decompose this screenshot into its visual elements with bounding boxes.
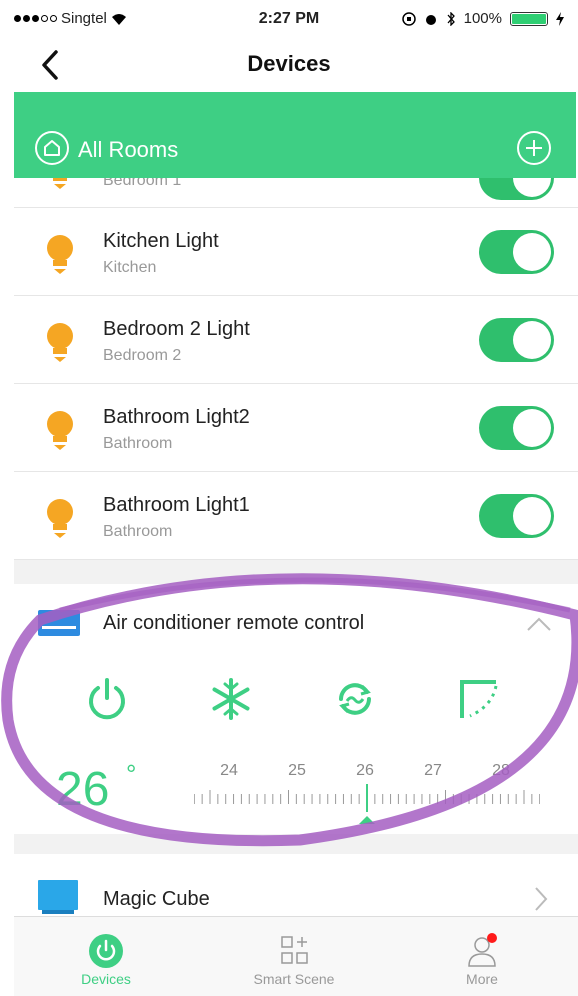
user-icon [468, 933, 497, 967]
list-item[interactable]: Bathroom Light2 Bathroom [14, 384, 578, 472]
device-room: Bathroom [103, 435, 173, 452]
device-toggle[interactable] [479, 406, 554, 450]
tab-bar: Devices Smart Scene More [14, 916, 578, 996]
home-icon[interactable] [34, 130, 70, 166]
light-bulb-icon [47, 499, 73, 538]
ruler-label: 28 [492, 762, 510, 779]
add-icon[interactable] [516, 130, 552, 166]
device-toggle[interactable] [479, 494, 554, 538]
device-name: Kitchen Light [103, 230, 219, 252]
light-bulb-icon [47, 235, 73, 274]
light-bulb-icon [47, 411, 73, 450]
list-item[interactable]: Bedroom 1 [14, 178, 578, 208]
battery-icon [510, 11, 548, 26]
device-toggle[interactable] [479, 318, 554, 362]
status-bar: Singtel 2:27 PM 100% [0, 0, 578, 38]
ruler-label: 24 [220, 762, 238, 779]
device-name: Bathroom Light1 [103, 494, 250, 516]
device-room: Kitchen [103, 259, 157, 276]
list-item[interactable]: Bedroom 2 Light Bedroom 2 [14, 296, 578, 384]
ruler-label: 25 [288, 762, 306, 779]
power-icon[interactable] [84, 676, 130, 722]
ruler-label: 26 [356, 762, 374, 779]
tab-label: Smart Scene [253, 971, 335, 987]
temperature-degree: ° [126, 759, 137, 789]
charging-icon [556, 11, 564, 26]
light-bulb-icon [53, 178, 67, 189]
rooms-header: All Rooms [14, 92, 576, 178]
status-right: 100% [401, 10, 564, 27]
device-name: Magic Cube [103, 888, 210, 910]
device-room: Bedroom 2 [103, 347, 182, 364]
section-divider [14, 834, 578, 854]
mode-cycle-icon[interactable] [332, 676, 378, 722]
bluetooth-icon [447, 11, 455, 26]
swing-icon[interactable] [456, 676, 502, 722]
tab-label: More [466, 971, 498, 987]
device-name: Bedroom 2 Light [103, 318, 250, 340]
device-room: Bedroom 1 [103, 178, 182, 189]
snowflake-icon[interactable] [208, 676, 254, 722]
nav-bar: Devices [0, 38, 578, 92]
temperature-value: 26 [56, 763, 110, 816]
magic-cube-icon [38, 880, 78, 914]
ac-title: Air conditioner remote control [103, 612, 365, 634]
scene-grid-icon [281, 936, 308, 964]
tab-devices[interactable]: Devices [26, 917, 186, 996]
air-conditioner-icon [38, 610, 80, 636]
tab-smart-scene[interactable]: Smart Scene [214, 917, 374, 996]
ac-remote-panel: Air conditioner remote control 26 ° 24 2… [14, 584, 578, 834]
chevron-right-icon[interactable] [534, 886, 548, 912]
list-item[interactable]: Bathroom Light1 Bathroom [14, 472, 578, 560]
battery-percent: 100% [463, 10, 502, 27]
device-toggle[interactable] [479, 178, 554, 200]
device-room: Bathroom [103, 523, 173, 540]
list-item[interactable]: Magic Cube [14, 854, 578, 916]
chevron-up-icon[interactable] [526, 616, 552, 632]
device-name: Bathroom Light2 [103, 406, 250, 428]
rotation-lock-icon [401, 11, 416, 26]
tab-more[interactable]: More [402, 917, 562, 996]
device-toggle[interactable] [479, 230, 554, 274]
ruler-label: 27 [424, 762, 442, 779]
light-bulb-icon [47, 323, 73, 362]
list-item[interactable]: Kitchen Light Kitchen [14, 208, 578, 296]
slider-pointer [359, 816, 375, 824]
tab-label: Devices [81, 971, 131, 987]
all-rooms-selector[interactable]: All Rooms [78, 137, 178, 163]
temperature-slider[interactable] [194, 784, 540, 828]
notification-badge [487, 933, 497, 943]
device-list: Bedroom 1 Kitchen Light Kitchen Bedroom … [14, 178, 578, 588]
power-icon [89, 934, 123, 968]
page-title: Devices [247, 51, 331, 76]
alarm-icon [425, 14, 436, 25]
